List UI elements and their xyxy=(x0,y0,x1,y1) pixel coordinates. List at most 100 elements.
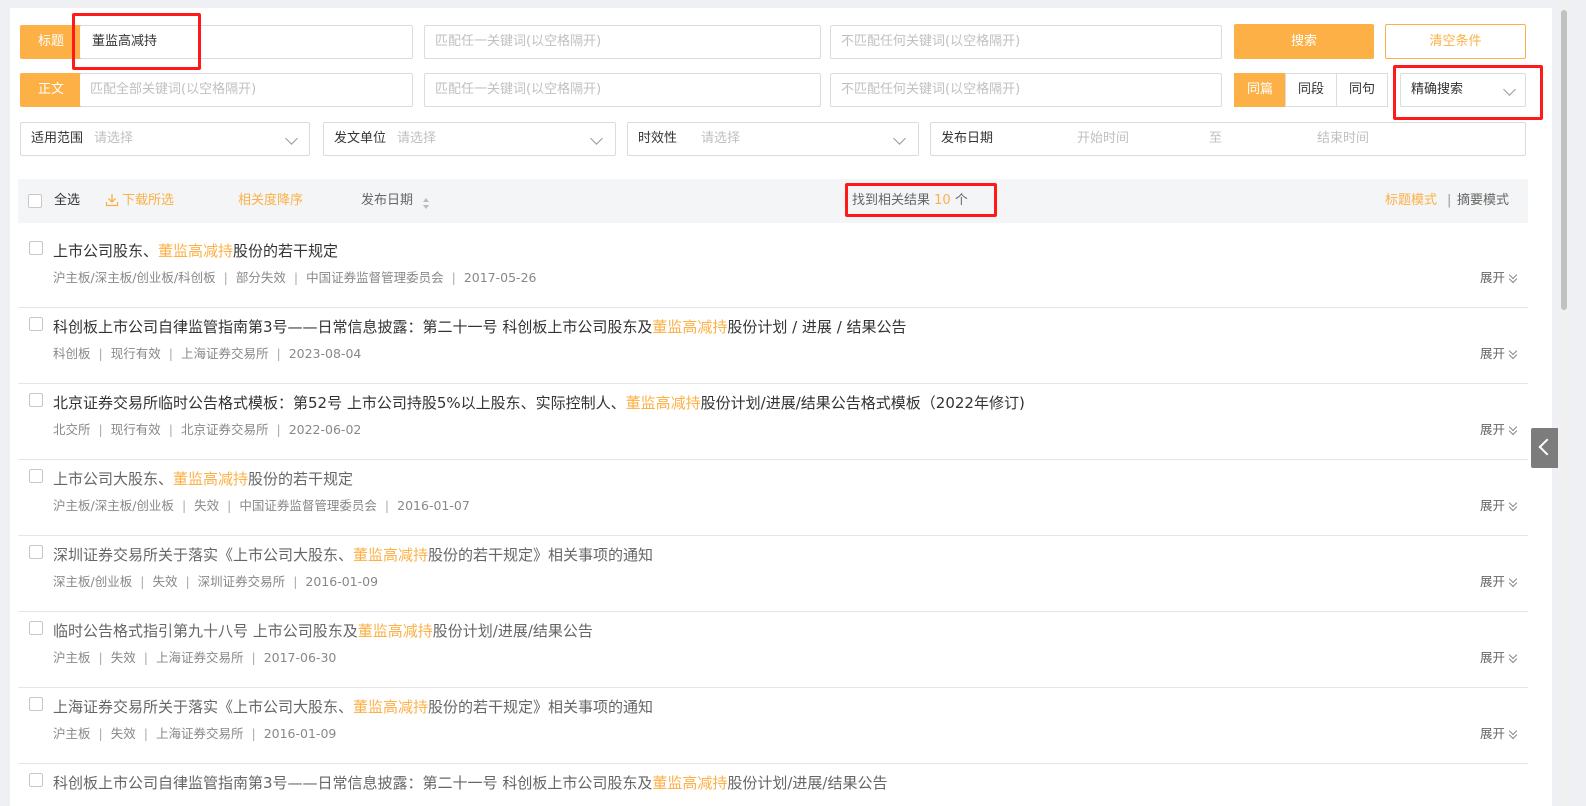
result-date: 2016-01-09 xyxy=(305,574,379,589)
scrollbar-thumb[interactable] xyxy=(1561,10,1567,310)
result-issuer: 北京证券交易所 xyxy=(180,422,269,437)
result-title-text: 上海证券交易所关于落实《上市公司大股东、 xyxy=(53,698,354,716)
search-mode-select[interactable]: 精确搜索 xyxy=(1400,73,1526,107)
result-title-link[interactable]: 临时公告格式指引第九十八号 上市公司股东及董监高减持股份计划/进展/结果公告 xyxy=(53,620,593,642)
expand-label: 展开 xyxy=(1479,574,1505,589)
expand-button[interactable]: 展开 xyxy=(1480,649,1518,667)
body-all-keywords-input[interactable]: 匹配全部关键词(以空格隔开) xyxy=(80,73,413,107)
download-selected-button[interactable]: 下载所选 xyxy=(122,179,174,223)
meta-separator: | xyxy=(185,574,190,589)
sort-relevance-button[interactable]: 相关度降序 xyxy=(238,179,303,223)
meta-separator: | xyxy=(293,574,298,589)
date-end-input[interactable]: 结束时间 xyxy=(1317,123,1369,155)
result-title-text: 股份计划/进展/结果公告 xyxy=(727,774,888,792)
issuer-select[interactable]: 发文单位 请选择 xyxy=(323,122,616,156)
result-title-link[interactable]: 深圳证券交易所关于落实《上市公司大股东、董监高减持股份的若干规定》相关事项的通知 xyxy=(53,544,653,566)
keyword-highlight: 董监高减持 xyxy=(652,318,728,336)
meta-separator: | xyxy=(276,346,281,361)
title-any-keywords-input[interactable]: 匹配任一关键词(以空格隔开) xyxy=(424,25,821,59)
validity-select[interactable]: 时效性 请选择 xyxy=(627,122,919,156)
keyword-highlight: 董监高减持 xyxy=(353,546,429,564)
sort-date-button[interactable]: 发布日期 xyxy=(361,179,413,223)
meta-separator: | xyxy=(384,498,390,513)
select-all-checkbox[interactable] xyxy=(28,194,42,208)
result-checkbox[interactable] xyxy=(29,621,43,635)
result-meta: 北交所 | 现行有效 | 北京证券交易所 | 2022-06-02 xyxy=(53,421,361,439)
result-title-link[interactable]: 上海证券交易所关于落实《上市公司大股东、董监高减持股份的若干规定》相关事项的通知 xyxy=(53,696,653,718)
meta-separator: | xyxy=(98,422,103,437)
date-start-input[interactable]: 开始时间 xyxy=(1077,123,1129,155)
expand-button[interactable]: 展开 xyxy=(1480,497,1518,515)
result-count-value: 10 xyxy=(934,193,951,208)
result-validity: 失效 xyxy=(110,650,136,665)
result-title-link[interactable]: 科创板上市公司自律监管指南第3号——日常信息披露：第二十一号 科创板上市公司股东… xyxy=(53,772,887,794)
result-checkbox[interactable] xyxy=(29,469,43,483)
abstract-mode-button[interactable]: 摘要模式 xyxy=(1457,179,1509,223)
title-mode-button[interactable]: 标题模式 xyxy=(1385,179,1437,223)
search-button[interactable]: 搜索 xyxy=(1234,24,1374,59)
scope-same-article-button[interactable]: 同篇 xyxy=(1234,73,1286,107)
result-issuer: 上海证券交易所 xyxy=(155,726,244,741)
result-date: 2022-06-02 xyxy=(288,422,362,437)
issuer-placeholder: 请选择 xyxy=(397,131,437,146)
result-title-link[interactable]: 上市公司大股东、董监高减持股份的若干规定 xyxy=(53,468,353,490)
meta-separator: | xyxy=(293,270,299,285)
body-exclude-keywords-input[interactable]: 不匹配任何关键词(以空格隔开) xyxy=(830,73,1222,107)
applicable-scope-label: 适用范围 xyxy=(31,131,84,146)
result-date: 2016-01-07 xyxy=(397,498,470,513)
result-title-text: 上市公司股东、 xyxy=(53,242,159,260)
title-all-keywords-input[interactable]: 董监高减持 xyxy=(80,25,413,59)
result-checkbox[interactable] xyxy=(29,241,43,255)
result-board: 北交所 xyxy=(53,422,91,437)
clear-conditions-button[interactable]: 清空条件 xyxy=(1385,24,1526,59)
select-all-label[interactable]: 全选 xyxy=(54,179,80,223)
meta-separator: | xyxy=(140,574,145,589)
result-validity: 现行有效 xyxy=(110,422,161,437)
result-board: 沪主板 xyxy=(53,650,91,665)
meta-separator: | xyxy=(143,726,148,741)
search-mode-value: 精确搜索 xyxy=(1411,82,1464,97)
expand-button[interactable]: 展开 xyxy=(1480,573,1518,591)
result-item: 深圳证券交易所关于落实《上市公司大股东、董监高减持股份的若干规定》相关事项的通知… xyxy=(18,535,1528,612)
result-title-text: 股份的若干规定 xyxy=(233,242,339,260)
collapse-panel-tab[interactable] xyxy=(1531,428,1558,468)
result-checkbox[interactable] xyxy=(29,697,43,711)
double-chevron-down-icon xyxy=(1508,726,1518,740)
body-any-keywords-input[interactable]: 匹配任一关键词(以空格隔开) xyxy=(424,73,821,107)
result-board: 沪主板/深主板/创业板/科创板 xyxy=(53,270,216,285)
expand-button[interactable]: 展开 xyxy=(1480,345,1518,363)
keyword-highlight: 董监高减持 xyxy=(158,242,234,260)
result-item: 上市公司股东、董监高减持股份的若干规定 沪主板/深主板/创业板/科创板 | 部分失效 |… xyxy=(18,231,1528,308)
title-exclude-keywords-input[interactable]: 不匹配任何关键词(以空格隔开) xyxy=(830,25,1222,59)
meta-separator: | xyxy=(251,726,256,741)
result-checkbox[interactable] xyxy=(29,317,43,331)
expand-button[interactable]: 展开 xyxy=(1480,725,1518,743)
result-date: 2017-06-30 xyxy=(263,650,337,665)
scope-same-paragraph-button[interactable]: 同段 xyxy=(1285,73,1337,107)
chevron-down-icon xyxy=(285,132,298,145)
meta-separator: | xyxy=(223,270,228,285)
result-item: 科创板上市公司自律监管指南第3号——日常信息披露：第二十一号 科创板上市公司股东… xyxy=(18,307,1528,384)
search-page: 标题 董监高减持 匹配任一关键词(以空格隔开) 不匹配任何关键词(以空格隔开) … xyxy=(10,8,1552,806)
result-title-link[interactable]: 北京证券交易所临时公告格式模板：第52号 上市公司持股5%以上股东、实际控制人、… xyxy=(53,392,1025,414)
result-item: 上市公司大股东、董监高减持股份的若干规定 沪主板/深主板/创业板 | 失效 | 中国证券监… xyxy=(18,459,1528,536)
scrollbar[interactable] xyxy=(1560,0,1568,806)
result-title-link[interactable]: 上市公司股东、董监高减持股份的若干规定 xyxy=(53,240,338,262)
expand-button[interactable]: 展开 xyxy=(1480,269,1518,287)
result-title-text: 北京证券交易所临时公告格式模板：第52号 上市公司持股5%以上股东、实际控制人、 xyxy=(53,394,626,412)
result-board: 沪主板 xyxy=(53,726,91,741)
result-title-link[interactable]: 科创板上市公司自律监管指南第3号——日常信息披露：第二十一号 科创板上市公司股东… xyxy=(53,316,907,338)
result-issuer: 中国证券监督管理委员会 xyxy=(239,498,377,513)
body-tag: 正文 xyxy=(20,73,82,107)
result-checkbox[interactable] xyxy=(29,773,43,787)
result-board: 科创板 xyxy=(53,346,91,361)
result-title-text: 股份计划/进展/结果公告 xyxy=(432,622,593,640)
result-checkbox[interactable] xyxy=(29,393,43,407)
keyword-highlight: 董监高减持 xyxy=(625,394,701,412)
applicable-scope-select[interactable]: 适用范围 请选择 xyxy=(20,122,310,156)
expand-button[interactable]: 展开 xyxy=(1480,421,1518,439)
meta-separator: | xyxy=(181,498,187,513)
scope-same-sentence-button[interactable]: 同句 xyxy=(1336,73,1388,107)
result-validity: 现行有效 xyxy=(110,346,161,361)
result-checkbox[interactable] xyxy=(29,545,43,559)
